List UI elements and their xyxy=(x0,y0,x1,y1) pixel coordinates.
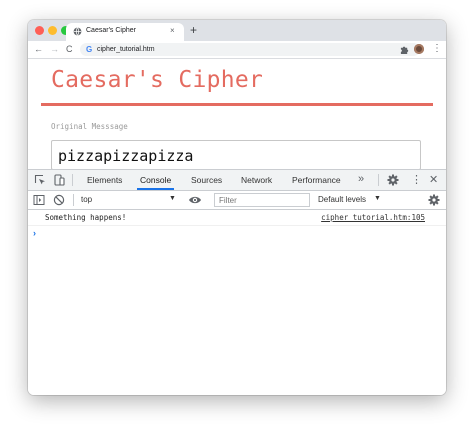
forward-button[interactable]: → xyxy=(50,43,59,55)
devtools-panel: Elements Console Sources Network Perform… xyxy=(28,169,446,395)
page-title: Caesar's Cipher xyxy=(51,67,264,93)
tab-title: Caesar's Cipher xyxy=(86,27,136,34)
toolbar-divider xyxy=(378,174,379,186)
tab-performance[interactable]: Performance xyxy=(292,170,341,190)
original-message-value[interactable]: pizzapizzapizza xyxy=(58,147,193,165)
google-icon: G xyxy=(86,45,93,54)
more-tabs-icon[interactable]: » xyxy=(358,170,364,189)
close-window-button[interactable] xyxy=(35,26,44,35)
reload-button[interactable]: C xyxy=(66,43,73,55)
browser-toolbar: ← → C G cipher_tutorial.htm ⋮ xyxy=(28,41,446,59)
chevron-down-icon: ▼ xyxy=(374,195,381,202)
clear-console-icon[interactable] xyxy=(53,194,65,206)
browser-menu-icon[interactable]: ⋮ xyxy=(432,43,442,55)
device-toolbar-icon[interactable] xyxy=(53,174,65,186)
puzzle-extensions-icon[interactable] xyxy=(400,45,409,54)
tab-close-icon[interactable]: × xyxy=(170,26,175,36)
console-message: Something happens! cipher_tutorial.htm:1… xyxy=(28,210,446,226)
log-levels-value: Default levels xyxy=(318,195,367,204)
profile-avatar[interactable] xyxy=(414,44,424,54)
console-sidebar-icon[interactable] xyxy=(33,194,45,206)
console-toolbar: top ▼ Filter Default levels ▼ xyxy=(28,191,446,210)
filter-input[interactable]: Filter xyxy=(214,193,310,207)
back-button[interactable]: ← xyxy=(34,43,43,55)
close-devtools-icon[interactable]: ✕ xyxy=(429,171,438,189)
console-prompt-icon: › xyxy=(33,228,36,238)
context-selector[interactable]: top ▼ xyxy=(80,191,180,209)
address-bar[interactable]: G cipher_tutorial.htm xyxy=(80,43,420,56)
console-settings-gear-icon[interactable] xyxy=(428,194,440,206)
devtools-menu-icon[interactable]: ⋮ xyxy=(411,171,422,189)
original-message-label: Original Messsage xyxy=(51,122,128,131)
console-source-link[interactable]: cipher_tutorial.htm:105 xyxy=(321,213,425,222)
minimize-window-button[interactable] xyxy=(48,26,57,35)
tab-sources[interactable]: Sources xyxy=(191,170,222,190)
context-value: top xyxy=(81,195,93,204)
console-input[interactable] xyxy=(41,226,441,240)
url-text[interactable]: cipher_tutorial.htm xyxy=(97,45,155,54)
tab-network[interactable]: Network xyxy=(241,170,272,190)
eye-icon[interactable] xyxy=(188,194,202,206)
devtools-tabbar: Elements Console Sources Network Perform… xyxy=(28,170,446,191)
console-message-text: Something happens! xyxy=(45,213,127,222)
tab-strip: Caesar's Cipher × + xyxy=(28,20,446,41)
new-tab-button[interactable]: + xyxy=(190,23,197,37)
globe-icon xyxy=(73,27,82,36)
settings-gear-icon[interactable] xyxy=(387,174,399,186)
inspect-element-icon[interactable] xyxy=(34,174,46,186)
filter-placeholder: Filter xyxy=(219,196,237,205)
page-viewport: Caesar's Cipher Original Messsage pizzap… xyxy=(28,59,446,169)
browser-window: Caesar's Cipher × + ← → C G cipher_tutor… xyxy=(28,20,446,395)
chevron-down-icon: ▼ xyxy=(169,195,176,202)
tab-elements[interactable]: Elements xyxy=(87,170,122,190)
original-message-input[interactable]: pizzapizzapizza xyxy=(51,140,421,169)
tab-console[interactable]: Console xyxy=(136,170,175,190)
title-divider xyxy=(41,103,433,106)
browser-tab[interactable]: Caesar's Cipher × xyxy=(66,23,184,41)
toolbar-divider xyxy=(73,194,74,206)
toolbar-divider xyxy=(72,174,73,186)
